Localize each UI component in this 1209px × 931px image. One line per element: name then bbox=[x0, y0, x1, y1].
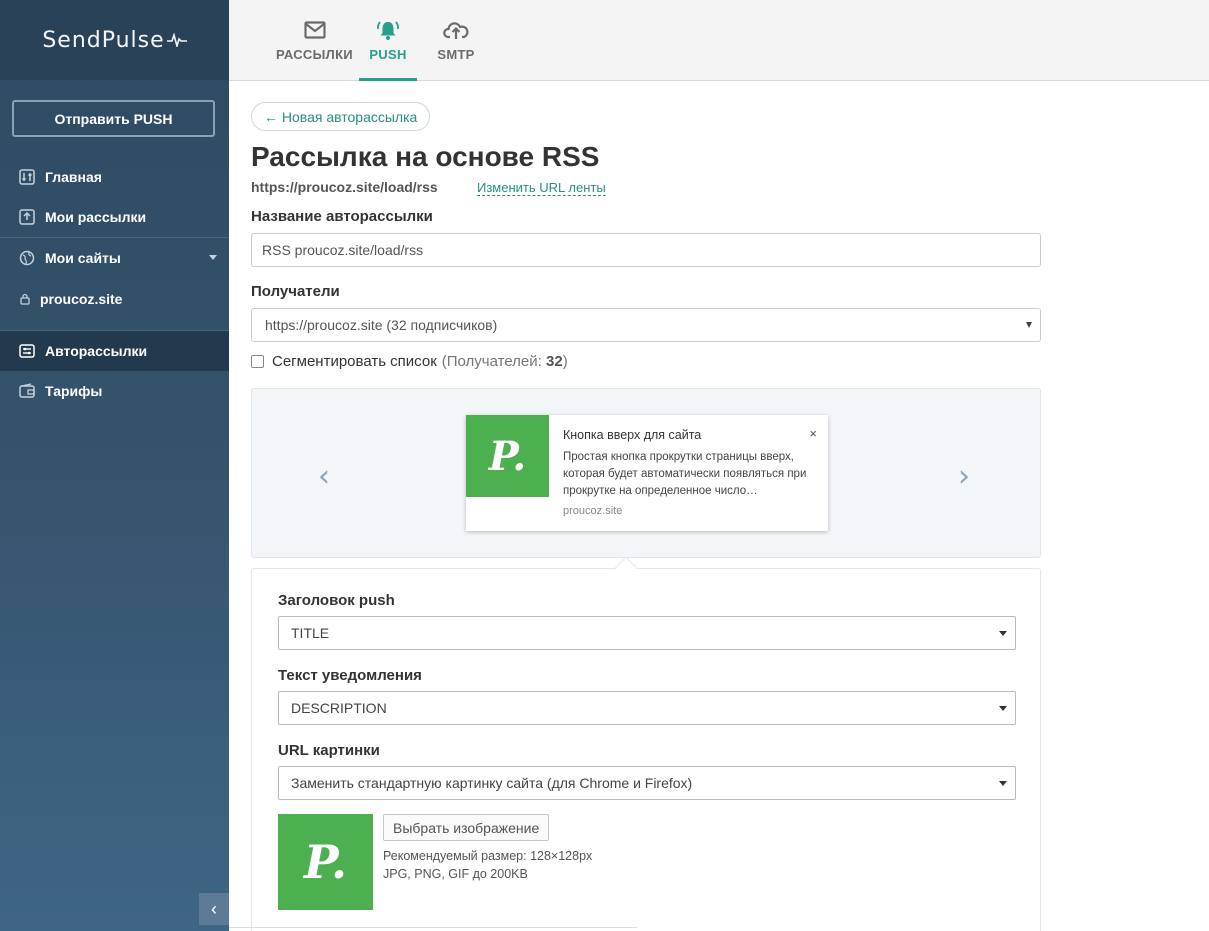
recipients-select[interactable]: https://proucoz.site (32 подписчиков) bbox=[251, 308, 1041, 342]
back-new-autoresponder-button[interactable]: ← Новая авторассылка bbox=[251, 102, 431, 131]
image-format-hint: JPG, PNG, GIF до 200KB bbox=[383, 867, 528, 881]
notification-text-select[interactable]: DESCRIPTION bbox=[278, 691, 1016, 725]
site-logo: P. bbox=[304, 835, 347, 889]
site-logo: P. bbox=[488, 432, 527, 480]
sidebar-item-pricing[interactable]: Тарифы bbox=[0, 371, 229, 411]
image-size-hint: Рекомендуемый размер: 128×128px bbox=[383, 849, 593, 863]
tab-label: РАССЫЛКИ bbox=[276, 46, 353, 62]
feed-url: https://proucoz.site/load/rss bbox=[251, 179, 438, 195]
sidebar-item-autoresponders[interactable]: Авторассылки bbox=[0, 331, 229, 371]
caret-down-icon bbox=[999, 631, 1007, 636]
push-title-select[interactable]: TITLE bbox=[278, 616, 1016, 650]
notification-domain: proucoz.site bbox=[563, 505, 623, 517]
sidebar-item-label: proucoz.site bbox=[40, 291, 123, 307]
image-url-select[interactable]: Заменить стандартную картинку сайта (для… bbox=[278, 766, 1016, 800]
chevron-down-icon bbox=[209, 255, 217, 260]
select-value: Заменить стандартную картинку сайта (для… bbox=[291, 775, 693, 791]
tab-push[interactable]: PUSH bbox=[359, 0, 417, 81]
caret-down-icon bbox=[999, 706, 1007, 711]
autoresponder-name-label: Название авторассылки bbox=[251, 208, 433, 225]
change-feed-url-link[interactable]: Изменить URL ленты bbox=[477, 180, 606, 196]
sidebar-item-label: Главная bbox=[45, 169, 102, 185]
collapse-sidebar-button[interactable]: ‹ bbox=[199, 893, 229, 925]
push-notification-card: P. Кнопка вверх для сайта × Простая кноп… bbox=[466, 415, 828, 531]
sidebar: SendPulse Отправить PUSH Главная Мои рас… bbox=[0, 0, 229, 931]
sidebar-item-my-campaigns[interactable]: Мои рассылки bbox=[0, 197, 229, 237]
sidebar-item-label: Тарифы bbox=[45, 383, 103, 399]
globe-icon bbox=[18, 249, 36, 267]
choose-image-button[interactable]: Выбрать изображение bbox=[383, 814, 550, 841]
segment-list-checkbox[interactable] bbox=[251, 355, 264, 368]
recipients-count: (Получателей: 32) bbox=[441, 353, 568, 370]
image-url-label: URL картинки bbox=[278, 742, 380, 759]
close-icon[interactable]: × bbox=[809, 426, 817, 441]
upload-box-icon bbox=[18, 208, 36, 226]
bell-icon bbox=[376, 19, 400, 41]
chevron-left-icon[interactable]: ‹ bbox=[318, 459, 330, 494]
panel-pointer bbox=[614, 556, 638, 580]
sidebar-item-my-sites[interactable]: Мои сайты bbox=[0, 238, 229, 278]
push-settings-panel: Заголовок push TITLE Текст уведомления D… bbox=[251, 556, 1041, 931]
notification-preview: ‹ › P. Кнопка вверх для сайта × Простая … bbox=[251, 388, 1041, 558]
notification-text: Простая кнопка прокрутки страницы вверх,… bbox=[563, 451, 807, 497]
brand-name: SendPulse bbox=[42, 27, 165, 53]
selected-image-preview: P. bbox=[278, 814, 373, 910]
caret-down-icon bbox=[1026, 322, 1032, 328]
sidebar-nav: Главная Мои рассылки Мои сайты proucoz.s… bbox=[0, 157, 229, 411]
sliders-icon bbox=[18, 168, 36, 186]
select-value: DESCRIPTION bbox=[291, 700, 387, 716]
tab-label: PUSH bbox=[369, 46, 407, 62]
lock-icon bbox=[18, 290, 32, 308]
tab-label: SMTP bbox=[437, 46, 475, 62]
tab-smtp[interactable]: SMTP bbox=[432, 0, 480, 80]
envelope-icon bbox=[303, 19, 326, 41]
notification-image: P. bbox=[466, 415, 549, 497]
sidebar-item-label: Авторассылки bbox=[45, 343, 148, 359]
caret-down-icon bbox=[999, 781, 1007, 786]
sidebar-item-label: Мои рассылки bbox=[45, 209, 147, 225]
tab-campaigns[interactable]: РАССЫЛКИ bbox=[259, 0, 370, 80]
input-value: RSS proucoz.site/load/rss bbox=[262, 242, 424, 258]
select-value: https://proucoz.site (32 подписчиков) bbox=[265, 317, 498, 333]
horizontal-scrollbar[interactable] bbox=[229, 927, 637, 931]
segment-list-label[interactable]: Сегментировать список bbox=[272, 353, 437, 370]
sidebar-item-home[interactable]: Главная bbox=[0, 157, 229, 197]
sidebar-item-site[interactable]: proucoz.site bbox=[0, 278, 229, 320]
select-value: TITLE bbox=[291, 625, 330, 641]
push-title-label: Заголовок push bbox=[278, 592, 395, 609]
cloud-upload-icon bbox=[443, 19, 469, 41]
autoresponder-icon bbox=[18, 342, 36, 360]
segment-list-row: Сегментировать список (Получателей: 32) bbox=[251, 353, 568, 370]
sidebar-item-label: Мои сайты bbox=[45, 250, 121, 266]
pulse-icon bbox=[166, 28, 187, 53]
recipients-label: Получатели bbox=[251, 283, 340, 300]
brand-logo[interactable]: SendPulse bbox=[0, 0, 229, 80]
notification-text-label: Текст уведомления bbox=[278, 667, 422, 684]
page-title: Рассылка на основе RSS bbox=[251, 141, 600, 172]
top-navigation: РАССЫЛКИ PUSH SMTP bbox=[229, 0, 1209, 81]
chevron-left-icon: ‹ bbox=[211, 898, 217, 919]
wallet-icon bbox=[18, 382, 36, 400]
notification-title: Кнопка вверх для сайта bbox=[563, 428, 702, 442]
send-push-button[interactable]: Отправить PUSH bbox=[12, 100, 215, 137]
chevron-right-icon[interactable]: › bbox=[958, 459, 970, 494]
autoresponder-name-input[interactable]: RSS proucoz.site/load/rss bbox=[251, 233, 1041, 267]
